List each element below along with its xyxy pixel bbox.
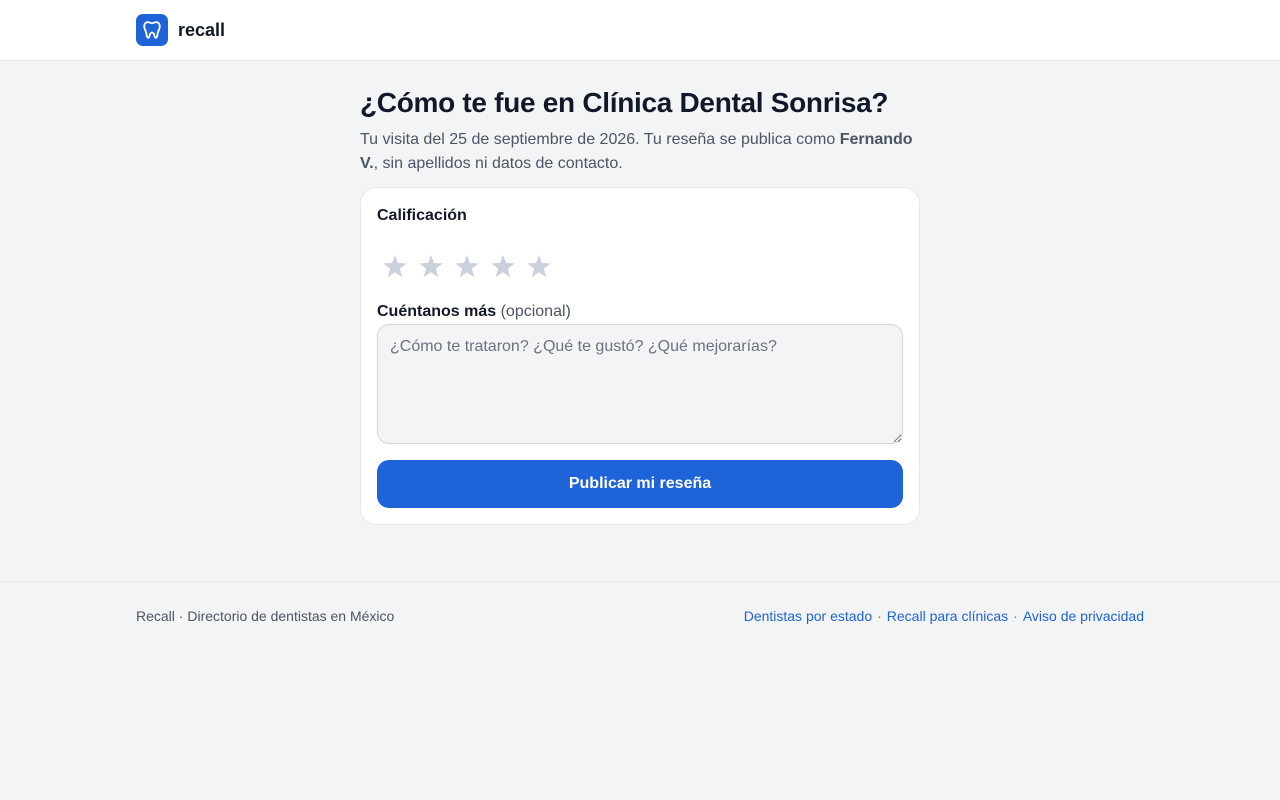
- brand-name: recall: [178, 19, 226, 40]
- footer-tagline: Recall · Directorio de dentistas en Méxi…: [136, 608, 395, 624]
- footer-link-privacy[interactable]: Aviso de privacidad: [1023, 608, 1144, 624]
- comment-optional-text: (opcional): [500, 303, 571, 320]
- comment-label: Cuéntanos más (opcional): [377, 303, 571, 321]
- review-form-card: Calificación Cuéntanos más (opcional) Pu…: [360, 187, 920, 525]
- page-title: ¿Cómo te fue en Clínica Dental Sonrisa?: [360, 87, 889, 118]
- footer-separator: ·: [877, 608, 882, 624]
- site-footer: Recall · Directorio de dentistas en Méxi…: [0, 581, 1280, 800]
- rating-label: Calificación: [377, 207, 467, 224]
- review-main: ¿Cómo te fue en Clínica Dental Sonrisa? …: [360, 86, 920, 525]
- star-icon[interactable]: [377, 246, 413, 286]
- page-subtitle: Tu visita del 25 de septiembre de 2026. …: [360, 128, 920, 176]
- comment-label-text: Cuéntanos más: [377, 303, 497, 320]
- star-icon[interactable]: [449, 246, 485, 286]
- star-rating: [377, 246, 557, 286]
- brand-link[interactable]: recall: [136, 14, 225, 46]
- comment-textarea[interactable]: [377, 324, 903, 444]
- star-icon[interactable]: [485, 246, 521, 286]
- subtitle-prefix: Tu visita del 25 de septiembre de 2026. …: [360, 131, 840, 148]
- publish-review-button[interactable]: Publicar mi reseña: [377, 460, 903, 508]
- footer-link-states[interactable]: Dentistas por estado: [744, 608, 872, 624]
- star-icon[interactable]: [413, 246, 449, 286]
- footer-link-clinics[interactable]: Recall para clínicas: [887, 608, 1008, 624]
- star-icon[interactable]: [521, 246, 557, 286]
- footer-separator: ·: [1013, 608, 1018, 624]
- tooth-icon: [136, 14, 168, 46]
- subtitle-suffix: , sin apellidos ni datos de contacto.: [373, 155, 623, 172]
- footer-links: Dentistas por estado · Recall para clíni…: [744, 608, 1144, 624]
- site-header: recall: [0, 0, 1280, 61]
